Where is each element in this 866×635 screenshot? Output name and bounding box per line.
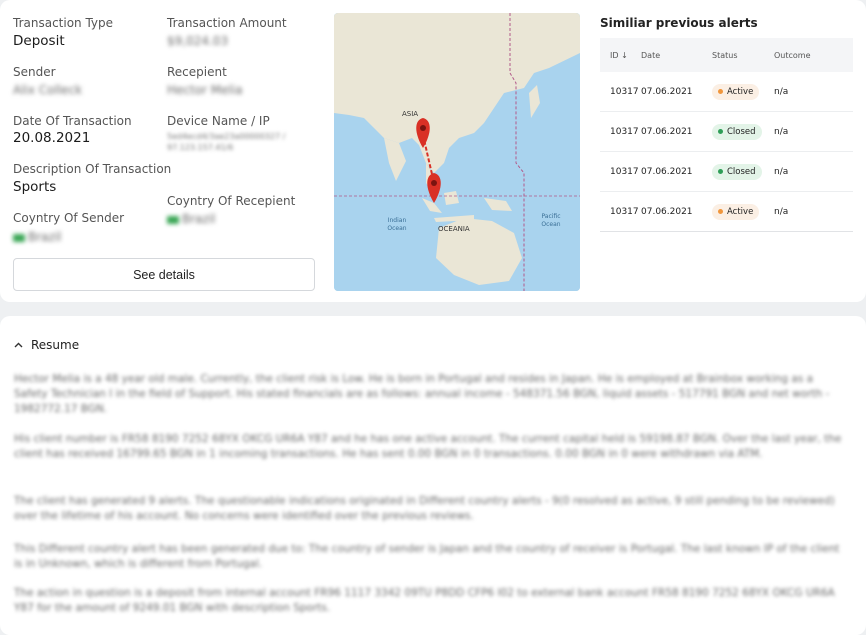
- resume-title: Resume: [31, 338, 80, 352]
- table-row[interactable]: 10317 07.06.2021 Closed n/a: [600, 112, 853, 152]
- column-header-date[interactable]: Date: [641, 51, 712, 60]
- flag-icon: [167, 215, 179, 224]
- cell-date: 07.06.2021: [641, 206, 693, 217]
- status-dot-icon: [718, 129, 723, 134]
- table-row[interactable]: 10317 07.06.2021 Active n/a: [600, 192, 853, 232]
- country-sender-text: Brazil: [28, 230, 62, 244]
- world-map: [334, 13, 580, 291]
- description-label: Description Of Transaction: [13, 162, 172, 176]
- table-row[interactable]: 10317 07.06.2021 Closed n/a: [600, 152, 853, 192]
- cell-date: 07.06.2021: [641, 86, 693, 97]
- map-label-oceania: OCEANIA: [438, 225, 470, 233]
- resume-toggle[interactable]: Resume: [14, 338, 79, 352]
- recipient-label: Recepient: [167, 65, 227, 79]
- transaction-amount-value: $9,024.03: [167, 34, 229, 48]
- cell-status: Closed: [712, 123, 774, 140]
- sender-value: Alix Colleck: [13, 83, 83, 97]
- cell-id: 10317: [610, 166, 639, 177]
- column-header-status[interactable]: Status: [712, 51, 774, 60]
- status-badge: Active: [712, 83, 760, 100]
- resume-paragraph: His client number is FR58 8190 7252 68YX…: [14, 433, 842, 460]
- cell-date: 07.06.2021: [641, 126, 693, 137]
- country-recipient-label: Coyntry Of Recepient: [167, 194, 296, 208]
- status-dot-icon: [718, 209, 723, 214]
- map-label-indian-ocean: Indian Ocean: [387, 217, 407, 232]
- country-recipient-value: Brazil: [167, 212, 216, 226]
- cell-id: 10317: [610, 206, 639, 217]
- resume-paragraph: The action in question is a deposit from…: [14, 587, 835, 614]
- status-dot-icon: [718, 89, 723, 94]
- alerts-table-header: ID ↓ Date Status Outcome: [600, 38, 853, 72]
- flag-icon: [13, 233, 25, 242]
- table-row[interactable]: 10317 07.06.2021 Active n/a: [600, 72, 853, 112]
- date-value: 20.08.2021: [13, 130, 91, 146]
- device-value: 5ed4ecd4/3ae23a00000327 / 97.123.157.41/…: [167, 132, 286, 152]
- cell-status: Active: [712, 83, 774, 100]
- cell-status: Closed: [712, 163, 774, 180]
- transaction-type-value: Deposit: [13, 33, 65, 49]
- cell-outcome: n/a: [774, 166, 789, 177]
- status-badge: Closed: [712, 123, 762, 140]
- country-recipient-text: Brazil: [182, 212, 216, 226]
- transaction-map[interactable]: ASIA Indian Ocean OCEANIA Pacific Ocean: [334, 13, 580, 291]
- cell-id: 10317: [610, 126, 639, 137]
- cell-outcome: n/a: [774, 206, 789, 217]
- resume-card: Resume Hector Melia is a 48 year old mal…: [0, 316, 866, 635]
- status-text: Active: [727, 86, 754, 97]
- column-header-outcome[interactable]: Outcome: [774, 51, 853, 60]
- cell-date: 07.06.2021: [641, 166, 693, 177]
- cell-outcome: n/a: [774, 86, 789, 97]
- status-text: Closed: [727, 126, 756, 137]
- device-label: Device Name / IP: [167, 114, 270, 128]
- status-text: Active: [727, 206, 754, 217]
- sender-label: Sender: [13, 65, 56, 79]
- cell-outcome: n/a: [774, 126, 789, 137]
- description-value: Sports: [13, 179, 57, 195]
- country-sender-label: Coyntry Of Sender: [13, 211, 125, 225]
- country-sender-value: Brazil: [13, 230, 62, 244]
- status-badge: Active: [712, 203, 760, 220]
- cell-id: 10317: [610, 86, 639, 97]
- status-badge: Closed: [712, 163, 762, 180]
- transaction-amount-label: Transaction Amount: [167, 16, 287, 30]
- resume-paragraph: The client has generated 9 alerts. The q…: [14, 495, 835, 522]
- map-label-pacific-ocean: Pacific Ocean: [541, 213, 561, 228]
- alerts-title: Similiar previous alerts: [600, 16, 758, 30]
- resume-paragraph: Hector Melia is a 48 year old male. Curr…: [14, 373, 830, 415]
- resume-paragraph: This Different country alert has been ge…: [14, 543, 840, 570]
- recipient-value: Hector Melia: [167, 83, 243, 97]
- see-details-button[interactable]: See details: [13, 258, 315, 291]
- chevron-up-icon: [14, 342, 23, 348]
- alerts-table: ID ↓ Date Status Outcome 10317 07.06.202…: [600, 38, 853, 232]
- map-label-asia: ASIA: [402, 110, 419, 118]
- column-header-id[interactable]: ID ↓: [600, 51, 641, 60]
- transaction-type-label: Transaction Type: [13, 16, 114, 30]
- transaction-card: Transaction Type Deposit Sender Alix Col…: [0, 0, 866, 302]
- cell-status: Active: [712, 203, 774, 220]
- date-label: Date Of Transaction: [13, 114, 132, 128]
- status-dot-icon: [718, 169, 723, 174]
- status-text: Closed: [727, 166, 756, 177]
